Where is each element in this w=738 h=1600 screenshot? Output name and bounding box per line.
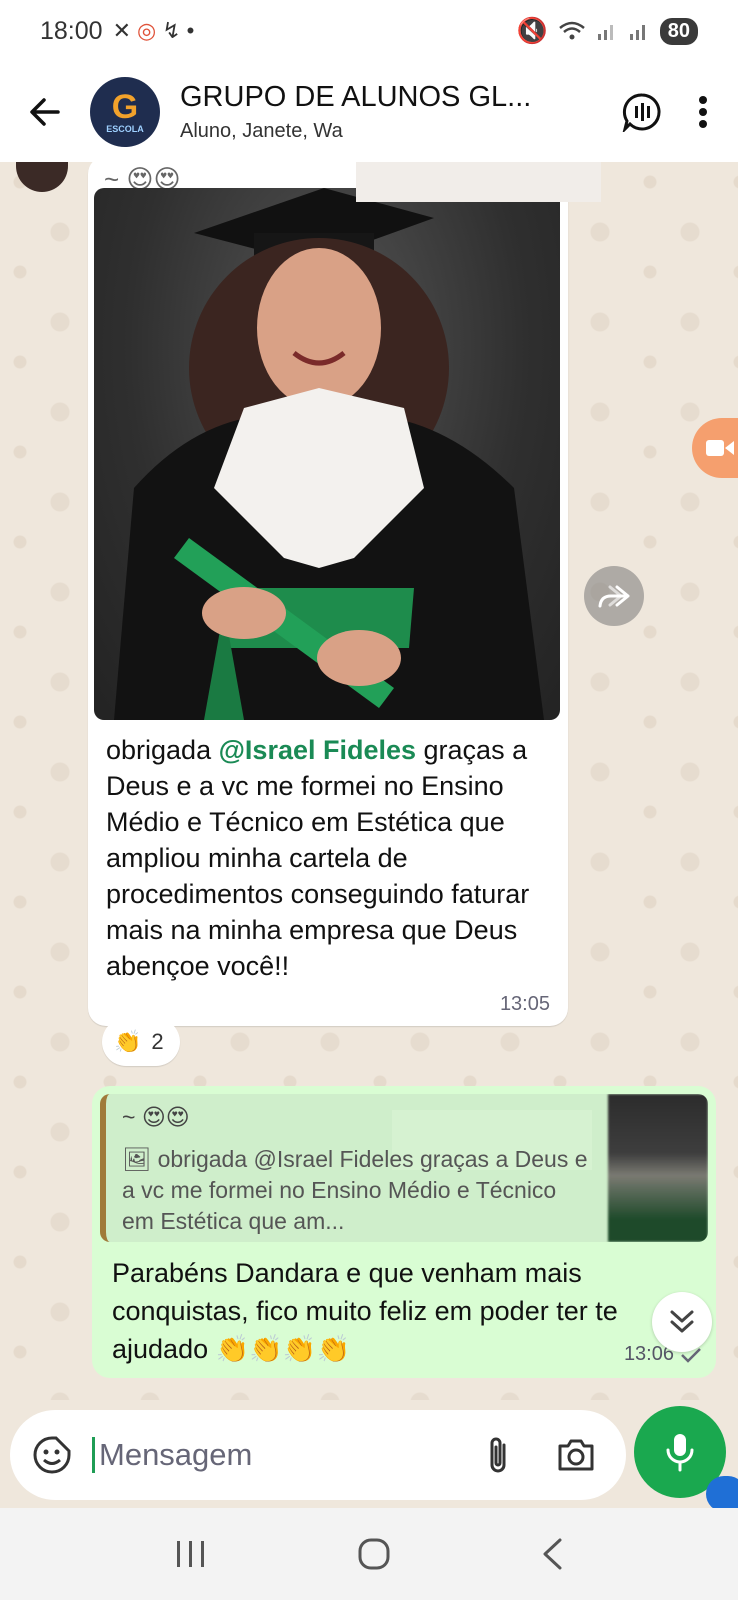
wifi-icon	[558, 21, 585, 40]
back-button[interactable]	[0, 62, 90, 162]
scroll-to-bottom-button[interactable]	[652, 1292, 712, 1352]
dot-icon: •	[186, 18, 195, 43]
signal-icon	[629, 25, 645, 40]
group-name: GRUPO DE ALUNOS GL...	[180, 81, 532, 113]
avatar-letter: G	[111, 88, 139, 126]
clapping-hands-icon: 👏	[114, 1029, 142, 1054]
message-input[interactable]: Mensagem	[92, 1437, 252, 1473]
avatar-text: ESCOLA	[106, 124, 144, 134]
incoming-message-text: obrigada @Israel Fideles graças a Deus e…	[106, 732, 556, 984]
signal-icon	[597, 25, 613, 40]
system-nav-bar	[0, 1508, 738, 1600]
message-composer[interactable]: Mensagem	[10, 1410, 626, 1500]
back-nav-icon[interactable]	[540, 1537, 564, 1571]
quoted-message[interactable]: ~ 😍😍 🖼 obrigada @Israel Fideles graças a…	[100, 1094, 708, 1242]
outgoing-message-text: Parabéns Dandara e que venham mais conqu…	[112, 1258, 618, 1364]
chat-header: G ESCOLA GRUPO DE ALUNOS GL... Aluno, Ja…	[0, 62, 738, 162]
floating-chat-head[interactable]	[706, 1476, 738, 1512]
status-time: 18:00	[40, 16, 103, 45]
message-time: 13:05	[499, 993, 550, 1015]
quoted-text-content: obrigada @Israel Fideles graças a Deus e…	[122, 1146, 588, 1234]
forward-button[interactable]	[584, 566, 644, 626]
status-bar: 18:00 ✕ ◎ ↯ • 🔇 80	[0, 0, 738, 62]
quoted-text: 🖼 obrigada @Israel Fideles graças a Deus…	[122, 1144, 592, 1237]
redacted-area	[356, 162, 601, 202]
graduation-photo[interactable]	[94, 188, 560, 720]
back-arrow-icon	[30, 98, 60, 126]
sticker-icon[interactable]	[32, 1435, 72, 1475]
message-text-part: obrigada	[106, 735, 219, 765]
recent-apps-icon[interactable]	[174, 1539, 208, 1569]
forward-icon	[598, 585, 630, 608]
group-info[interactable]: GRUPO DE ALUNOS GL... Aluno, Janete, Wa	[180, 81, 550, 143]
group-avatar[interactable]: G ESCOLA	[90, 77, 160, 147]
sender-avatar[interactable]	[16, 162, 68, 192]
quoted-thumbnail	[608, 1094, 708, 1242]
mention-link[interactable]: @Israel Fideles	[219, 735, 416, 765]
floating-video-bubble[interactable]	[692, 418, 738, 478]
image-icon: 🖼	[122, 1146, 158, 1172]
group-members: Aluno, Janete, Wa	[180, 120, 343, 142]
incoming-message-bubble[interactable]: ~ 😍😍 obrigada @Israel Fideles graças a D…	[88, 162, 568, 1026]
microphone-icon	[666, 1434, 694, 1472]
voice-chat-icon[interactable]	[622, 92, 662, 132]
more-options-icon[interactable]	[698, 95, 708, 129]
home-icon[interactable]	[357, 1537, 391, 1571]
video-icon	[706, 440, 734, 456]
x-icon: ✕	[112, 18, 131, 43]
notification-icon: ◎	[137, 18, 157, 43]
battery-indicator: 80	[659, 17, 698, 45]
message-text-part: graças a Deus e a vc me formei no Ensino…	[106, 735, 530, 981]
missed-call-icon: ↯	[162, 18, 181, 43]
reaction-count: 2	[151, 1029, 164, 1054]
quoted-author: ~ 😍😍	[122, 1104, 190, 1130]
attach-icon[interactable]	[486, 1435, 510, 1475]
camera-icon[interactable]	[556, 1438, 596, 1472]
chat-area[interactable]: ~ 😍😍 obrigada @Israel Fideles graças a D…	[0, 162, 738, 1400]
outgoing-message-bubble[interactable]: ~ 😍😍 🖼 obrigada @Israel Fideles graças a…	[92, 1086, 716, 1378]
mute-icon: 🔇	[516, 16, 548, 45]
reaction-chip[interactable]: 👏 2	[102, 1018, 180, 1066]
double-chevron-down-icon	[670, 1310, 694, 1333]
